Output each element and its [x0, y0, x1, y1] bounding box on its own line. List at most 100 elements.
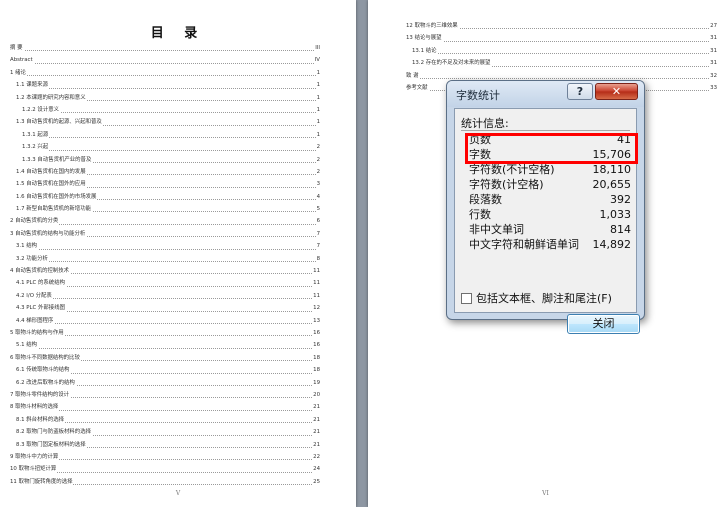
toc-entry: 5 取物斗的结构与作用 16 [10, 326, 320, 340]
toc-entry-title: 6 取物斗不同数据结构的比较 [10, 351, 81, 365]
toc-title: 目 录 [150, 26, 206, 41]
toc-entry-page: 22 [312, 450, 320, 464]
toc-entry-page: 2 [315, 165, 320, 179]
toc-entry: 8.2 取物门与防盗板材料的选择 21 [16, 426, 320, 439]
toc-entry: 1.3.2 兴起 2 [22, 141, 320, 154]
page-number-right: VI [542, 490, 549, 497]
toc-entry-page: 27 [709, 20, 717, 33]
toc-entry-title: 7 取物斗零件结构的设计 [10, 388, 71, 402]
section-divider [461, 130, 630, 131]
toc-entry-title: 4.4 梯形图程序 [16, 314, 55, 327]
stat-value: 14,892 [592, 238, 632, 251]
toc-entry-title: 5 取物斗的结构与作用 [10, 326, 65, 340]
toc-leader [16, 261, 320, 263]
toc-entry-page: 1 [315, 66, 320, 80]
statistics-list: 页数 41 字数 15,706 字符数(不计空格) 18,110 字符数(计空格) 20,65… [469, 132, 634, 252]
toc-entry-page: 3 [315, 178, 320, 191]
toc-entry-page: 4 [315, 190, 320, 204]
toc-entry: 13.1 结论 31 [412, 44, 717, 58]
close-icon[interactable]: ✕ [595, 83, 638, 100]
toc-entry-page: 24 [312, 463, 320, 476]
toc-entry-title: 9 取物斗中力的计算 [10, 450, 60, 464]
toc-entry: 3.2 功能分析 8 [16, 252, 320, 266]
stat-value: 20,655 [592, 178, 632, 191]
toc-entry: 1.1 课题来源 1 [16, 79, 320, 92]
toc-entry-title: 5.1 结构 [16, 339, 39, 352]
dialog-title: 字数统计 [456, 89, 500, 102]
toc-entry: 1.3.3 自动售货机产业的普及 2 [22, 153, 320, 166]
toc-entry-page: 31 [709, 57, 717, 70]
toc-entry-title: 1 绪论 [10, 66, 27, 80]
toc-entry-page: 16 [312, 339, 320, 352]
toc-entry-title: 1.3 自动售货机的起源、兴起和普及 [16, 116, 103, 129]
help-icon[interactable]: ? [567, 83, 593, 100]
toc-entry: 4.4 梯形图程序 13 [16, 314, 320, 327]
toc-entry-page: 25 [312, 475, 320, 489]
stat-row: 中文字符和朝鲜语单词 14,892 [469, 237, 634, 252]
toc-entry: 5.1 结构 16 [16, 339, 320, 352]
toc-entry-page: 31 [709, 44, 717, 58]
toc-entry-page: 7 [315, 240, 320, 253]
toc-entry-page: 18 [312, 364, 320, 377]
toc-entry-title: 1.3.3 自动售货机产业的普及 [22, 153, 93, 166]
stat-row: 字符数(不计空格) 18,110 [469, 162, 634, 177]
stat-value: 41 [617, 133, 631, 146]
toc-entry: 3 自动售货机的结构与功能分析 7 [10, 227, 320, 241]
toc-entry: 9 取物斗中力的计算 22 [10, 450, 320, 464]
toc-entry: 8 取物斗材料的选择 21 [10, 401, 320, 414]
checkbox[interactable] [461, 293, 472, 304]
toc-entry-title: 4.1 PLC 的系统结构 [16, 277, 66, 290]
include-textbox-option[interactable]: 包括文本框、脚注和尾注(F) [461, 290, 612, 306]
word-count-dialog: 字数统计 ? ✕ 统计信息: 页数 41 字数 15,706 字符数(不计空格) 18,1… [446, 80, 645, 334]
close-button[interactable]: 关闭 [567, 314, 640, 334]
stat-row: 字符数(计空格) 20,655 [469, 177, 634, 192]
toc-entry-title: 8.1 斜台材料的选择 [16, 413, 66, 427]
stat-row: 页数 41 [469, 132, 634, 147]
toc-entry-title: 10 取物斗扭矩计算 [10, 463, 58, 476]
toc-leader [16, 248, 320, 250]
toc-entry-title: 1.2.2 设计意义 [22, 103, 60, 117]
toc-entry: 1.6 自动售货机在国外的市场发展 4 [16, 190, 320, 204]
toc-entry-page: 33 [709, 81, 717, 95]
toc-entry-title: 致 谢 [406, 69, 420, 82]
toc-leader [16, 87, 320, 89]
stat-value: 15,706 [592, 148, 632, 161]
toc-entry: 1.2.2 设计意义 1 [22, 103, 320, 117]
toc-entry: 4.2 I/O 分配表 11 [16, 289, 320, 303]
toc-entry-page: 11 [312, 265, 320, 278]
stat-value: 1,033 [599, 208, 632, 221]
toc-entry: 4.3 PLC 外部接线图 12 [16, 302, 320, 315]
toc-entry-title: 1.4 自动售货机在国内的发展 [16, 165, 87, 179]
toc-list-left: 摘 要 III Abstract IV 1 绪论 1 1.1 课题来源 1 1.2 本课题的研究… [0, 42, 356, 489]
toc-entry: 1.2 本课题的研究内容和意义 1 [16, 91, 320, 104]
dialog-body: 统计信息: 页数 41 字数 15,706 字符数(不计空格) 18,110 字符数(计空格… [454, 108, 640, 334]
toc-entry-page: 19 [312, 376, 320, 389]
toc-entry-title: 1.6 自动售货机在国外的市场发展 [16, 190, 98, 204]
toc-entry-page: 18 [312, 351, 320, 365]
toc-entry-title: 2 自动售货机的分类 [10, 215, 60, 228]
toc-entry-page: 11 [312, 289, 320, 303]
toc-entry-page: 2 [315, 153, 320, 166]
toc-entry-title: 1.2 本课题的研究内容和意义 [16, 91, 87, 104]
toc-entry-title: 参考文献 [406, 81, 429, 95]
stat-value: 392 [610, 193, 631, 206]
toc-entry-title: 3.1 结构 [16, 240, 39, 253]
toc-entry-title: 4.2 I/O 分配表 [16, 289, 53, 303]
toc-entry: 摘 要 III [10, 42, 320, 55]
toc-entry-page: 21 [312, 426, 320, 439]
toc-entry-page: 1 [315, 79, 320, 92]
toc-entry-title: 1.1 课题来源 [16, 79, 49, 92]
toc-entry-page: 1 [315, 103, 320, 117]
stat-label: 页数 [469, 133, 491, 146]
dialog-titlebar[interactable]: 字数统计 ? ✕ [447, 81, 644, 107]
toc-entry: 12 取物斗的三维效果 27 [406, 20, 717, 33]
toc-entry-title: 1.3.2 兴起 [22, 141, 50, 154]
document-page-left[interactable]: 目 录 摘 要 III Abstract IV 1 绪论 1 1.1 课题来源 1 1.2 本课… [0, 0, 356, 507]
toc-entry: 1.3 自动售货机的起源、兴起和普及 1 [16, 116, 320, 129]
toc-entry-page: 1 [315, 116, 320, 129]
toc-entry: 1.7 新型自助售货机的新增功能 5 [16, 203, 320, 216]
toc-entry-page: 12 [312, 302, 320, 315]
toc-leader [22, 137, 320, 139]
toc-entry-title: Abstract [10, 54, 34, 67]
stat-label: 字数 [469, 148, 491, 161]
